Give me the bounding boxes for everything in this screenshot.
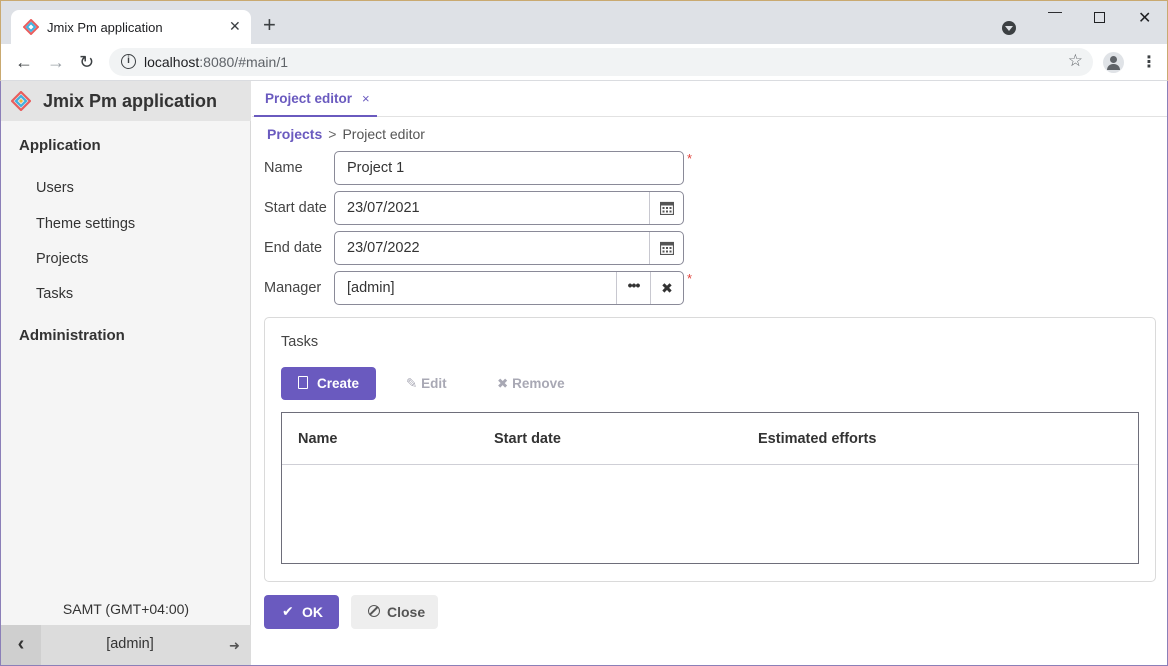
remove-task-button[interactable]: ✖ Remove xyxy=(497,376,565,392)
sidebar-footer: ‹ [admin] ➜ xyxy=(1,625,251,665)
end-date-calendar-button[interactable] xyxy=(649,232,683,264)
tasks-groupbox: Tasks Create ✎ Edit ✖ Remove Name Start … xyxy=(264,317,1156,582)
sidebar-item-users[interactable]: Users xyxy=(36,180,74,196)
name-field[interactable]: Project 1 xyxy=(334,151,684,185)
forward-arrow-icon[interactable]: → xyxy=(47,52,65,73)
check-icon: ✔ xyxy=(282,603,294,619)
back-arrow-icon[interactable]: ← xyxy=(15,52,33,73)
tab-search-icon[interactable] xyxy=(1002,21,1016,35)
address-bar[interactable]: i localhost:8080/#main/1 ☆ xyxy=(109,48,1093,76)
end-date-label: End date xyxy=(264,240,323,256)
sidebar-item-tasks[interactable]: Tasks xyxy=(36,286,73,302)
column-header-start-date[interactable]: Start date xyxy=(494,431,561,447)
timezone-label: SAMT (GMT+04:00) xyxy=(62,601,190,617)
bookmark-star-icon[interactable]: ☆ xyxy=(1068,51,1083,71)
breadcrumb-separator: > xyxy=(328,126,337,142)
manager-field[interactable]: [admin] ••• ✖ xyxy=(334,271,684,305)
manager-lookup-icon[interactable]: ••• xyxy=(616,272,650,304)
profile-avatar-icon[interactable] xyxy=(1103,52,1124,73)
pencil-icon: ✎ xyxy=(406,376,418,391)
create-task-button[interactable]: Create xyxy=(281,367,376,400)
required-indicator: * xyxy=(687,151,693,166)
app-title: Jmix Pm application xyxy=(43,91,218,111)
minimize-icon[interactable]: — xyxy=(1048,3,1062,19)
maximize-icon[interactable] xyxy=(1094,12,1105,23)
edit-task-button[interactable]: ✎ Edit xyxy=(406,376,447,392)
ok-button[interactable]: ✔ OK xyxy=(264,595,339,629)
window-close-icon[interactable]: ✕ xyxy=(1138,8,1151,28)
ban-icon xyxy=(368,605,380,617)
app-frame: Jmix Pm application Application Users Th… xyxy=(0,81,1168,666)
info-icon[interactable]: i xyxy=(121,54,136,69)
breadcrumb-current: Project editor xyxy=(342,126,425,142)
calendar-icon xyxy=(660,201,674,215)
jmix-favicon-icon xyxy=(23,19,39,35)
close-button[interactable]: Close xyxy=(351,595,438,629)
new-tab-button[interactable]: + xyxy=(263,14,276,36)
collapse-sidebar-button[interactable]: ‹ xyxy=(1,625,41,665)
required-indicator: * xyxy=(687,271,693,286)
manager-clear-icon[interactable]: ✖ xyxy=(650,272,683,304)
url-text: localhost:8080/#main/1 xyxy=(144,54,288,70)
tab-label: Project editor xyxy=(265,91,353,106)
browser-tab-title: Jmix Pm application xyxy=(47,20,163,35)
column-header-name[interactable]: Name xyxy=(298,431,338,447)
main-content: Project editor × Projects > Project editor… xyxy=(252,81,1167,665)
reload-icon[interactable]: ↻ xyxy=(79,52,94,73)
sidebar-item-projects[interactable]: Projects xyxy=(36,251,88,267)
name-label: Name xyxy=(264,160,303,176)
sidebar-item-theme-settings[interactable]: Theme settings xyxy=(36,216,135,232)
menu-group-administration[interactable]: Administration xyxy=(19,327,125,344)
calendar-icon xyxy=(660,241,674,255)
breadcrumb: Projects > Project editor xyxy=(267,126,425,142)
breadcrumb-projects-link[interactable]: Projects xyxy=(267,126,322,142)
end-date-field[interactable]: 23/07/2022 xyxy=(334,231,684,265)
tasks-table[interactable]: Name Start date Estimated efforts xyxy=(281,412,1139,564)
jmix-logo-icon xyxy=(11,91,31,111)
remove-x-icon: ✖ xyxy=(497,376,509,391)
file-icon xyxy=(298,376,308,389)
tab-project-editor[interactable]: Project editor × xyxy=(254,81,377,117)
start-date-calendar-button[interactable] xyxy=(649,192,683,224)
start-date-field[interactable]: 23/07/2021 xyxy=(334,191,684,225)
sidebar-header: Jmix Pm application xyxy=(1,81,251,121)
user-indicator[interactable]: [admin] xyxy=(41,636,219,652)
logout-icon[interactable]: ➜ xyxy=(229,638,240,654)
column-header-estimated-efforts[interactable]: Estimated efforts xyxy=(758,431,876,447)
menu-group-application[interactable]: Application xyxy=(19,137,101,154)
start-date-label: Start date xyxy=(264,200,327,216)
tasks-title: Tasks xyxy=(281,334,319,350)
browser-toolbar: ← → ↻ i localhost:8080/#main/1 ☆ ⋮ xyxy=(0,44,1168,81)
close-icon[interactable]: ✕ xyxy=(229,18,241,35)
table-header: Name Start date Estimated efforts xyxy=(282,413,1138,465)
browser-tab[interactable]: Jmix Pm application ✕ xyxy=(11,10,251,45)
menu-kebab-icon[interactable]: ⋮ xyxy=(1141,52,1157,72)
sidebar: Jmix Pm application Application Users Th… xyxy=(1,81,251,665)
browser-tabstrip: Jmix Pm application ✕ + — ✕ xyxy=(0,0,1168,45)
manager-label: Manager xyxy=(264,280,322,296)
app-tabbar: Project editor × xyxy=(252,81,1167,117)
tab-close-icon[interactable]: × xyxy=(362,91,370,106)
